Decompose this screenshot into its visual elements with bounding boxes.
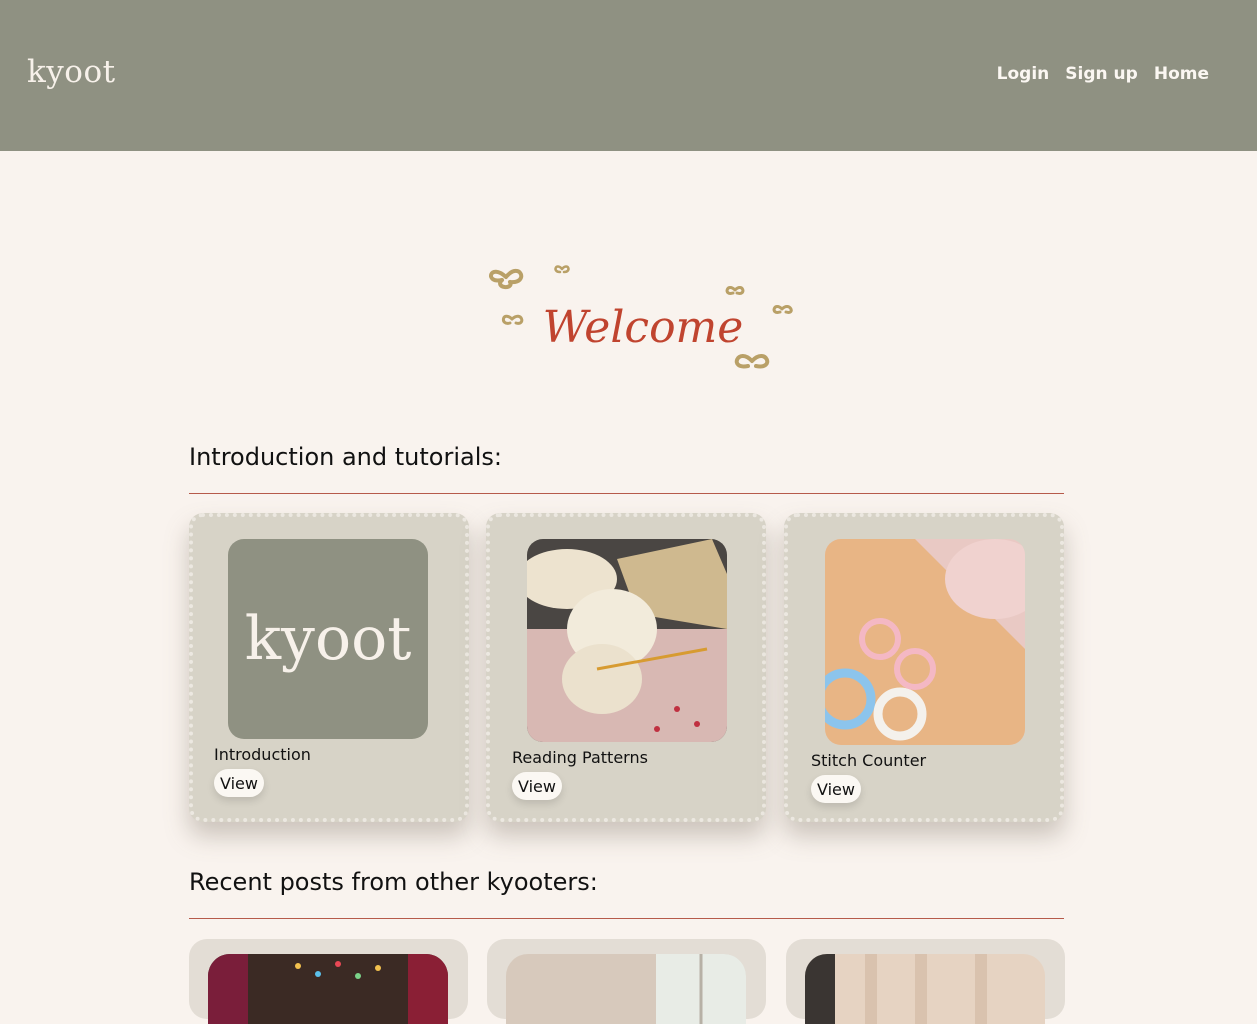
nav-login-link[interactable]: Login (997, 64, 1050, 84)
window-photo (506, 954, 746, 1024)
knitting-photo-image (527, 539, 727, 742)
recent-divider (189, 918, 1064, 919)
view-button[interactable]: View (214, 769, 264, 797)
intro-section-title: Introduction and tutorials: (189, 443, 502, 471)
stitch-markers-photo-image (825, 539, 1025, 745)
recent-post-card[interactable] (786, 939, 1065, 1024)
welcome-banner: Welcome (489, 265, 793, 369)
nav-home-link[interactable]: Home (1154, 64, 1209, 84)
welcome-text: Welcome (543, 302, 744, 353)
kyoot-logo-image: kyoot (228, 539, 428, 739)
brand-logo[interactable]: kyoot (27, 54, 116, 90)
stitch-markers-photo (825, 539, 1025, 745)
knitting-photo (527, 539, 727, 742)
tutorial-label: Reading Patterns (512, 748, 648, 767)
christmas-lights-photo (208, 954, 448, 1024)
nav-signup-link[interactable]: Sign up (1065, 64, 1138, 84)
curtain-photo (805, 954, 1045, 1024)
tutorial-card-stitch-counter: Stitch Counter View (784, 513, 1064, 822)
tutorial-label: Introduction (214, 745, 311, 764)
main-nav: Login Sign up Home (997, 64, 1209, 84)
kyoot-logo-text: kyoot (244, 604, 412, 674)
tutorial-card-reading-patterns: Reading Patterns View (486, 513, 766, 822)
view-button[interactable]: View (512, 772, 562, 800)
recent-post-card[interactable] (487, 939, 766, 1024)
view-button[interactable]: View (811, 775, 861, 803)
top-navbar: kyoot Login Sign up Home (0, 0, 1257, 151)
recent-post-card[interactable] (189, 939, 468, 1024)
tutorial-card-introduction: kyoot Introduction View (189, 513, 469, 822)
recent-section-title: Recent posts from other kyooters: (189, 868, 598, 896)
intro-divider (189, 493, 1064, 494)
tutorial-label: Stitch Counter (811, 751, 927, 770)
